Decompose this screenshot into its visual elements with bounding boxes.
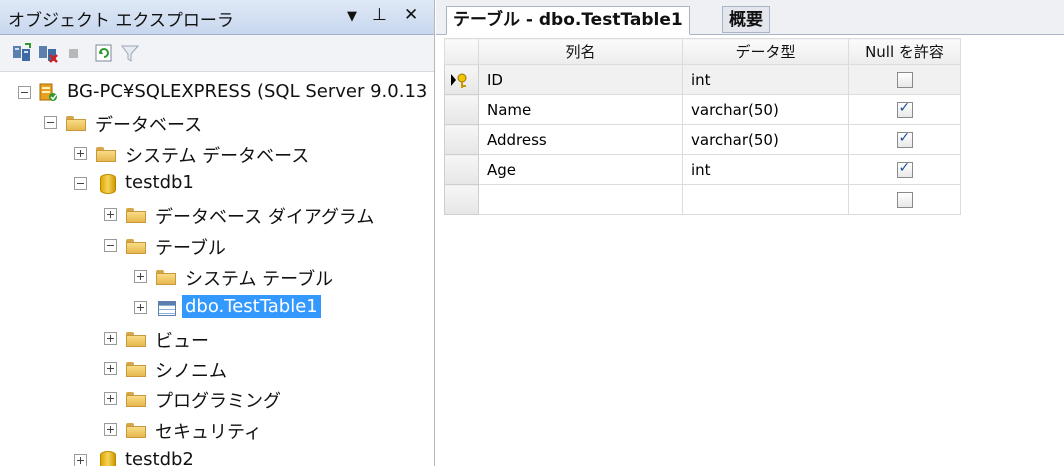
cell-allow-null [848,94,961,125]
table-row[interactable]: Name varchar(50) [444,94,961,125]
row-selector[interactable] [444,64,479,95]
cell-allow-null [848,154,961,185]
expand-toggle[interactable] [134,301,147,314]
tree-node-label: データベース [95,115,203,136]
table-row-new[interactable] [444,184,961,215]
cell-data-type[interactable]: varchar(50) [682,94,849,125]
database-icon [100,174,116,194]
document-tabstrip: テーブル - dbo.TestTable1 概要 [436,0,1064,35]
row-selector[interactable] [444,184,479,215]
tree-node-label: シノニム [155,361,227,382]
tree-node-label: データベース ダイアグラム [155,207,375,228]
folder-icon [126,362,146,377]
expand-toggle[interactable] [74,147,87,160]
cell-data-type[interactable] [682,184,849,215]
folder-icon [126,208,146,223]
cell-allow-null [848,124,961,155]
column-header-type[interactable]: データ型 [682,38,849,65]
allow-null-checkbox[interactable] [896,192,913,208]
connect-icon[interactable] [12,43,32,63]
allow-null-checkbox[interactable] [896,160,913,178]
tree-node-label: ビュー [155,331,209,352]
folder-icon [126,332,146,347]
folder-icon [126,392,146,407]
allow-null-checkbox[interactable] [896,130,913,148]
tab-summary[interactable]: 概要 [722,6,770,33]
table-row[interactable]: Age int [444,154,961,185]
object-explorer-titlebar: オブジェクト エクスプローラ ▼ ⊥ ✕ [0,0,434,35]
tree-node-label: システム テーブル [185,269,334,290]
row-selector[interactable] [444,124,479,155]
folder-icon [66,116,86,131]
row-selector[interactable] [444,154,479,185]
filter-icon[interactable] [120,43,140,63]
object-explorer-title: オブジェクト エクスプローラ [8,11,234,31]
disconnect-icon[interactable] [38,43,58,63]
column-grid: 列名 データ型 Null を許容 ID int Name varchar(50) [444,38,961,215]
tree-node-label: プログラミング [155,391,281,412]
collapse-toggle[interactable] [18,86,31,99]
expand-toggle[interactable] [104,392,117,405]
row-selector[interactable] [444,94,479,125]
allow-null-checkbox[interactable] [896,100,913,118]
column-header-name[interactable]: 列名 [478,38,683,65]
table-icon [158,301,176,316]
cell-column-name[interactable]: Address [478,124,683,155]
cell-data-type[interactable]: int [682,64,849,95]
cell-column-name[interactable]: ID [478,64,683,95]
folder-icon [126,423,146,438]
object-explorer-panel: オブジェクト エクスプローラ ▼ ⊥ ✕ BG-PC¥SQLEXPRESS (S… [0,0,435,466]
tab-table-design[interactable]: テーブル - dbo.TestTable1 [446,6,690,35]
cell-column-name[interactable]: Age [478,154,683,185]
expand-toggle[interactable] [104,423,117,436]
cell-allow-null [848,64,961,95]
expand-toggle[interactable] [134,270,147,283]
cell-data-type[interactable]: int [682,154,849,185]
allow-null-checkbox[interactable] [896,72,913,88]
table-row[interactable]: Address varchar(50) [444,124,961,155]
table-row[interactable]: ID int [444,64,961,95]
tree-node-label: dbo.TestTable1 [182,295,321,318]
grid-header-row: 列名 データ型 Null を許容 [444,38,961,65]
cell-data-type[interactable]: varchar(50) [682,124,849,155]
tree-node-label: システム データベース [125,146,310,167]
cell-column-name[interactable] [478,184,683,215]
tree-node-label: BG-PC¥SQLEXPRESS (SQL Server 9.0.13 [67,81,428,102]
refresh-icon[interactable] [94,43,114,63]
tree-node-label: セキュリティ [155,422,262,443]
expand-toggle[interactable] [74,454,87,466]
tree-node-label: テーブル [155,238,226,259]
expand-toggle[interactable] [104,208,117,221]
dropdown-icon[interactable]: ▼ [347,9,357,24]
cell-allow-null [848,184,961,215]
collapse-toggle[interactable] [44,116,57,129]
database-icon [100,451,116,466]
row-header-corner [444,38,479,65]
stop-icon[interactable] [64,43,84,63]
folder-icon [126,239,146,254]
pin-icon[interactable]: ⊥ [372,5,387,25]
primary-key-icon [451,73,467,88]
tree-node-label: testdb1 [125,172,194,193]
collapse-toggle[interactable] [74,177,87,190]
close-icon[interactable]: ✕ [404,5,418,25]
collapse-toggle[interactable] [104,239,117,252]
folder-icon [96,147,116,162]
object-explorer-toolbar [0,35,434,72]
column-header-allow-null[interactable]: Null を許容 [848,38,961,65]
expand-toggle[interactable] [104,332,117,345]
expand-toggle[interactable] [104,362,117,375]
cell-column-name[interactable]: Name [478,94,683,125]
folder-icon [156,270,176,285]
tree-node-label: testdb2 [125,449,194,466]
table-designer: テーブル - dbo.TestTable1 概要 列名 データ型 Null を許… [436,0,1064,466]
server-icon [39,83,57,101]
